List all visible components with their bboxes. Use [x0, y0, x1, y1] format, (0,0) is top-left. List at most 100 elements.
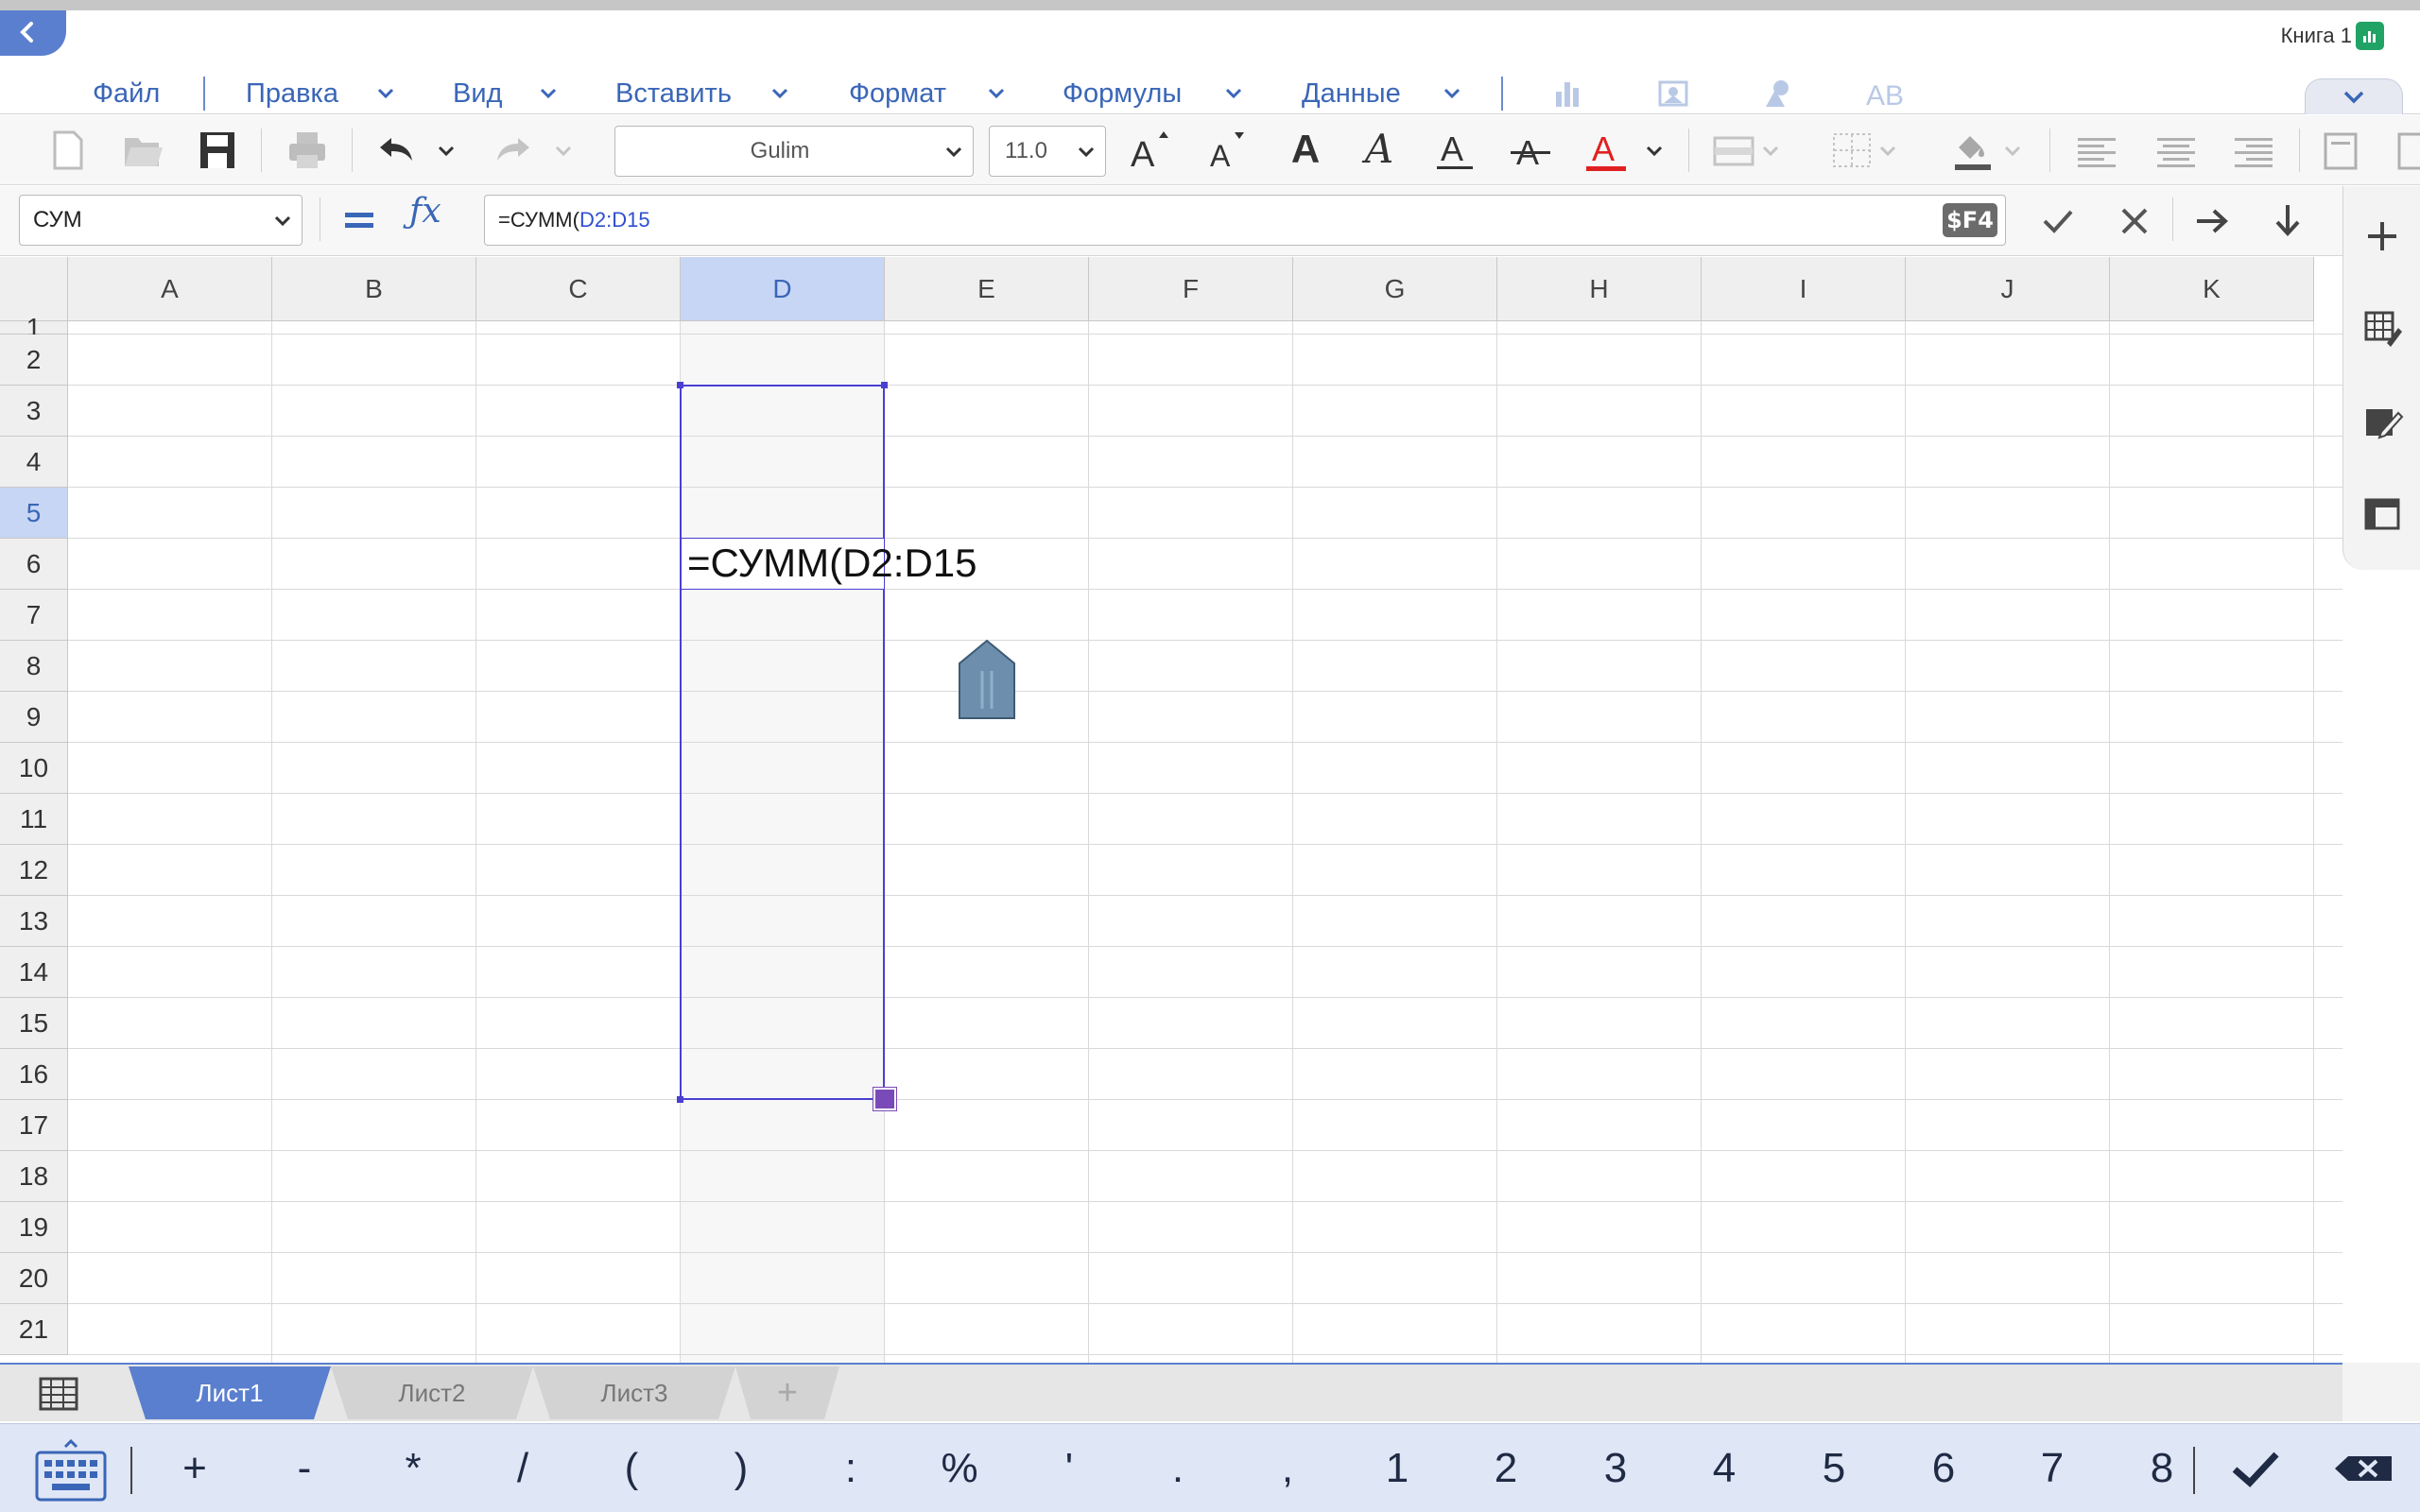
- name-box[interactable]: СУМ: [19, 195, 302, 246]
- move-down-button[interactable]: [2265, 199, 2310, 243]
- layout-panel-button[interactable]: [2359, 490, 2406, 538]
- row-header-13[interactable]: 13: [0, 896, 68, 947]
- menu-view[interactable]: Вид: [453, 69, 502, 118]
- range-corner-handle[interactable]: [677, 1096, 683, 1103]
- row-header-10[interactable]: 10: [0, 743, 68, 794]
- undo-button[interactable]: [374, 127, 418, 174]
- chevron-down-icon[interactable]: [539, 82, 558, 105]
- keyboard-key[interactable]: 6: [1906, 1424, 1981, 1512]
- sheet-tab-3[interactable]: Лист3: [533, 1366, 735, 1419]
- row-header-7[interactable]: 7: [0, 590, 68, 641]
- column-header-d[interactable]: D: [681, 257, 885, 321]
- chevron-down-icon[interactable]: [376, 82, 395, 105]
- text-cursor-handle[interactable]: [958, 639, 1016, 720]
- range-corner-handle[interactable]: [677, 382, 683, 388]
- page-setup-button[interactable]: [2395, 127, 2420, 174]
- keyboard-key[interactable]: %: [922, 1424, 997, 1512]
- new-document-button[interactable]: [49, 127, 87, 174]
- range-resize-handle[interactable]: [873, 1087, 897, 1111]
- row-header-21[interactable]: 21: [0, 1304, 68, 1355]
- row-header-16[interactable]: 16: [0, 1049, 68, 1100]
- keyboard-key[interactable]: 3: [1578, 1424, 1653, 1512]
- edit-memo-button[interactable]: [2359, 400, 2406, 447]
- menu-file[interactable]: Файл: [93, 69, 160, 118]
- back-button[interactable]: [0, 10, 66, 56]
- redo-button[interactable]: [492, 127, 535, 174]
- chevron-down-icon[interactable]: [1443, 82, 1461, 105]
- keyboard-key[interactable]: (: [594, 1424, 669, 1512]
- font-name-select[interactable]: Gulim: [614, 126, 974, 177]
- confirm-formula-button[interactable]: [2035, 199, 2081, 243]
- cancel-formula-button[interactable]: [2112, 199, 2157, 243]
- align-right-button[interactable]: [2233, 127, 2274, 174]
- row-header-18[interactable]: 18: [0, 1151, 68, 1202]
- keyboard-enter-button[interactable]: [2227, 1424, 2284, 1512]
- column-header-k[interactable]: K: [2110, 257, 2314, 321]
- row-header-20[interactable]: 20: [0, 1253, 68, 1304]
- font-size-select[interactable]: 11.0: [989, 126, 1106, 177]
- italic-button[interactable]: A: [1356, 123, 1403, 176]
- keyboard-toggle-button[interactable]: [28, 1424, 113, 1512]
- keyboard-key[interactable]: -: [267, 1424, 342, 1512]
- row-header-1[interactable]: 1: [0, 315, 68, 341]
- chevron-down-icon[interactable]: [770, 82, 789, 105]
- keyboard-key[interactable]: 2: [1468, 1424, 1544, 1512]
- menu-insert[interactable]: Вставить: [615, 69, 732, 118]
- column-header-g[interactable]: G: [1293, 257, 1497, 321]
- row-header-9[interactable]: 9: [0, 692, 68, 743]
- fill-color-button[interactable]: [1951, 127, 2027, 174]
- menu-format[interactable]: Формат: [849, 69, 946, 118]
- column-header-h[interactable]: H: [1497, 257, 1702, 321]
- open-button[interactable]: [121, 127, 164, 174]
- row-header-14[interactable]: 14: [0, 947, 68, 998]
- add-button[interactable]: [2359, 213, 2406, 260]
- column-header-e[interactable]: E: [885, 257, 1089, 321]
- keyboard-key[interactable]: /: [485, 1424, 561, 1512]
- align-center-button[interactable]: [2155, 127, 2197, 174]
- redo-history-button[interactable]: [552, 127, 575, 174]
- column-header-a[interactable]: A: [68, 257, 272, 321]
- save-button[interactable]: [197, 127, 238, 174]
- formula-input[interactable]: =СУММ(D2:D15 $F4: [484, 195, 2006, 246]
- keyboard-key[interactable]: .: [1140, 1424, 1216, 1512]
- borders-button[interactable]: [1830, 127, 1902, 174]
- row-header-2[interactable]: 2: [0, 335, 68, 386]
- keyboard-key[interactable]: 4: [1686, 1424, 1762, 1512]
- move-right-button[interactable]: [2189, 199, 2235, 243]
- row-header-3[interactable]: 3: [0, 386, 68, 437]
- column-header-f[interactable]: F: [1089, 257, 1293, 321]
- sheet-tab-2[interactable]: Лист2: [331, 1366, 533, 1419]
- collapse-ribbon-button[interactable]: [2305, 78, 2403, 114]
- row-header-12[interactable]: 12: [0, 845, 68, 896]
- keyboard-key[interactable]: 7: [2014, 1424, 2090, 1512]
- absolute-reference-button[interactable]: $F4: [1943, 203, 1997, 237]
- decrease-font-button[interactable]: A: [1204, 127, 1252, 174]
- spreadsheet-grid[interactable]: ABCDEFGHIJK 1 2 3 4 5 6 7 8 9 10 11 12 13 14 15 16 17 18 1…: [0, 257, 2342, 1363]
- column-header-c[interactable]: C: [476, 257, 681, 321]
- bold-button[interactable]: A: [1282, 123, 1329, 176]
- keyboard-key[interactable]: ): [703, 1424, 779, 1512]
- select-all-corner[interactable]: [0, 257, 68, 321]
- menu-edit[interactable]: Правка: [246, 69, 338, 118]
- undo-history-button[interactable]: [435, 127, 458, 174]
- increase-font-button[interactable]: A: [1127, 127, 1174, 174]
- row-header-5[interactable]: 5: [0, 488, 68, 539]
- add-sheet-button[interactable]: +: [735, 1366, 839, 1419]
- cell-area[interactable]: =СУММ(D2:D15: [68, 321, 2342, 1363]
- keyboard-key[interactable]: 8: [2124, 1424, 2200, 1512]
- keyboard-key[interactable]: ,: [1250, 1424, 1325, 1512]
- sheet-tab-1[interactable]: Лист1: [129, 1366, 331, 1419]
- keyboard-key[interactable]: 5: [1796, 1424, 1872, 1512]
- row-header-19[interactable]: 19: [0, 1202, 68, 1253]
- column-header-j[interactable]: J: [1906, 257, 2110, 321]
- range-corner-handle[interactable]: [881, 382, 888, 388]
- column-header-b[interactable]: B: [272, 257, 476, 321]
- menu-data[interactable]: Данные: [1302, 69, 1401, 118]
- underline-button[interactable]: A: [1431, 127, 1478, 174]
- editing-cell-d5[interactable]: =СУММ(D2:D15: [681, 538, 977, 590]
- sheet-list-button[interactable]: [38, 1376, 79, 1417]
- align-left-button[interactable]: [2076, 127, 2118, 174]
- menu-formulas[interactable]: Формулы: [1063, 69, 1182, 118]
- strikethrough-button[interactable]: A: [1507, 127, 1554, 174]
- format-cells-button[interactable]: [2359, 305, 2406, 352]
